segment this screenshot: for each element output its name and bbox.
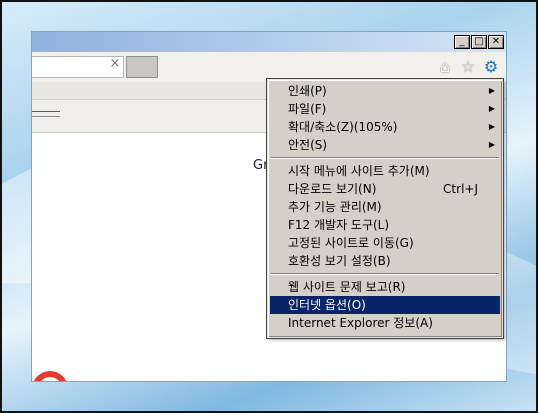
toolbar-icons: ⌂ ☆ ⚙ xyxy=(431,58,500,76)
logo-icon xyxy=(32,371,68,381)
menu-item-label: 고정된 사이트로 이동(G) xyxy=(288,236,414,250)
menu-item-file[interactable]: 파일(F) ▶ xyxy=(270,100,500,118)
menu-item-label: 다운로드 보기(N) xyxy=(288,182,377,196)
menu-item-report-problem[interactable]: 웹 사이트 문제 보고(R) xyxy=(270,278,500,296)
home-icon[interactable]: ⌂ xyxy=(436,58,454,76)
star-icon[interactable]: ☆ xyxy=(459,58,477,76)
close-button[interactable]: ✕ xyxy=(488,35,504,49)
new-tab-button[interactable] xyxy=(126,56,158,78)
menu-item-label: F12 개발자 도구(L) xyxy=(288,218,390,232)
submenu-arrow-icon: ▶ xyxy=(488,140,495,149)
menu-item-internet-options[interactable]: 인터넷 옵션(O) xyxy=(270,296,500,314)
address-bar: × ⌂ ☆ ⚙ xyxy=(32,52,506,82)
menu-item-label: 시작 메뉴에 사이트 추가(M) xyxy=(288,164,430,178)
menu-item-label: 파일(F) xyxy=(288,102,327,116)
menu-item-pinned-sites[interactable]: 고정된 사이트로 이동(G) xyxy=(270,234,500,252)
submenu-arrow-icon: ▶ xyxy=(488,104,495,113)
menu-item-manage-addons[interactable]: 추가 기능 관리(M) xyxy=(270,198,500,216)
tools-menu: 인쇄(P) ▶ 파일(F) ▶ 확대/축소(Z)(105%) ▶ 안전(S) ▶… xyxy=(267,79,503,338)
menu-separator xyxy=(270,154,500,162)
submenu-arrow-icon: ▶ xyxy=(488,122,495,131)
minimize-button[interactable]: _ xyxy=(454,35,470,49)
window-controls: _ □ ✕ xyxy=(453,35,504,49)
menu-item-label: 인쇄(P) xyxy=(288,84,327,98)
submenu-arrow-icon: ▶ xyxy=(488,86,495,95)
restore-button[interactable]: □ xyxy=(471,35,487,49)
menu-item-safety[interactable]: 안전(S) ▶ xyxy=(270,136,500,154)
menu-item-label: 안전(S) xyxy=(288,138,328,152)
menu-item-view-downloads[interactable]: 다운로드 보기(N) Ctrl+J xyxy=(270,180,500,198)
title-bar: _ □ ✕ xyxy=(32,32,506,52)
favorites-divider xyxy=(32,111,60,117)
menu-item-label: 호환성 보기 설정(B) xyxy=(288,254,391,268)
close-tab-icon[interactable]: × xyxy=(108,57,122,71)
menu-item-about-ie[interactable]: Internet Explorer 정보(A) xyxy=(270,314,500,332)
menu-item-add-site-start[interactable]: 시작 메뉴에 사이트 추가(M) xyxy=(270,162,500,180)
gear-icon[interactable]: ⚙ xyxy=(482,58,500,76)
menu-item-zoom[interactable]: 확대/축소(Z)(105%) ▶ xyxy=(270,118,500,136)
menu-item-dev-tools[interactable]: F12 개발자 도구(L) xyxy=(270,216,500,234)
menu-item-label: 추가 기능 관리(M) xyxy=(288,200,382,214)
menu-item-compat-view[interactable]: 호환성 보기 설정(B) xyxy=(270,252,500,270)
menu-item-print[interactable]: 인쇄(P) ▶ xyxy=(270,82,500,100)
menu-separator xyxy=(270,270,500,278)
menu-item-label: Internet Explorer 정보(A) xyxy=(288,316,433,330)
menu-item-label: 인터넷 옵션(O) xyxy=(288,298,366,312)
menu-item-shortcut: Ctrl+J xyxy=(443,182,478,196)
menu-item-label: 확대/축소(Z)(105%) xyxy=(288,120,398,134)
menu-item-label: 웹 사이트 문제 보고(R) xyxy=(288,280,406,294)
